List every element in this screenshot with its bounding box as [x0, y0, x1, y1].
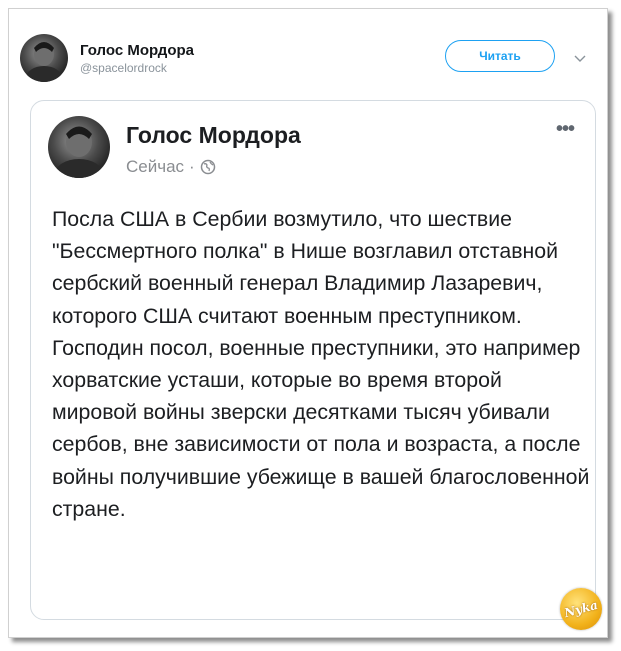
author-handle[interactable]: @spacelordrock [80, 61, 194, 75]
author-name[interactable]: Голос Мордора [80, 42, 194, 59]
avatar[interactable] [48, 116, 110, 178]
post-author-name[interactable]: Голос Мордора [126, 122, 301, 149]
chevron-down-icon[interactable] [572, 50, 588, 66]
watermark-text: Nyka [562, 597, 600, 621]
avatar-image [55, 126, 103, 178]
post-time[interactable]: Сейчас [126, 157, 184, 177]
tweet-header: Голос Мордора @spacelordrock [20, 34, 194, 82]
more-icon[interactable]: ••• [556, 118, 575, 141]
post-text: Посла США в Сербии возмутило, что шестви… [52, 207, 590, 521]
avatar[interactable] [20, 34, 68, 82]
globe-icon [200, 159, 215, 175]
post-header: Голос Мордора Сейчас · [48, 116, 301, 178]
avatar-image [26, 42, 62, 82]
post-meta: Сейчас · [126, 157, 301, 177]
meta-separator: · [189, 157, 195, 176]
watermark-logo: Nyka [560, 588, 602, 630]
follow-button[interactable]: Читать [445, 40, 555, 72]
